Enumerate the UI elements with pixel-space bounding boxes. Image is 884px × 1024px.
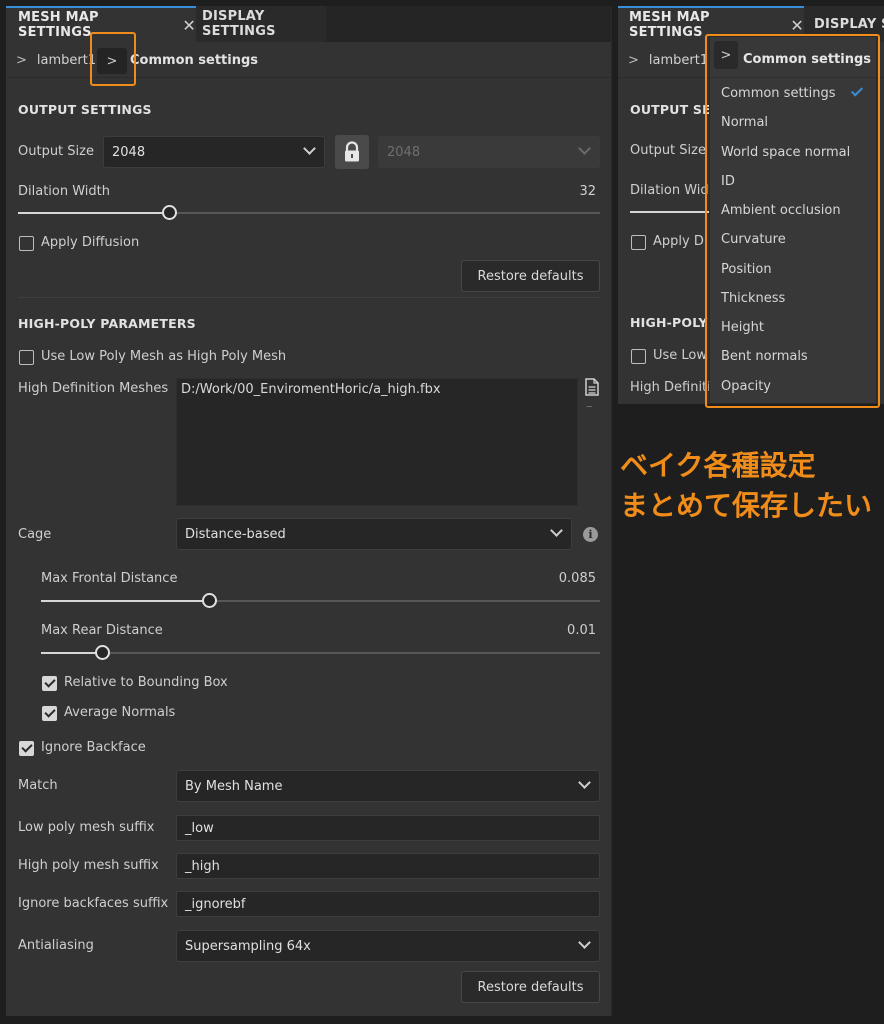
chevron-right-icon: >: [16, 52, 27, 68]
remove-mesh-button[interactable]: –: [586, 399, 593, 414]
match-value: By Mesh Name: [185, 778, 283, 794]
max-frontal-label: Max Frontal Distance: [41, 571, 178, 586]
ignore-suffix-label: Ignore backfaces suffix: [18, 896, 169, 911]
high-suffix-input[interactable]: _high: [176, 853, 600, 879]
output-size-label: Output Size: [18, 144, 94, 159]
relative-bbox-label: Relative to Bounding Box: [64, 675, 228, 690]
apply-diffusion-checkbox-partial: [631, 235, 646, 250]
restore-defaults-button[interactable]: Restore defaults: [461, 260, 600, 292]
ignore-backface-label: Ignore Backface: [41, 740, 146, 755]
antialiasing-select[interactable]: Supersampling 64x: [176, 930, 600, 962]
dilation-slider-partial: [630, 211, 710, 213]
breadcrumb-current-label: Common settings: [130, 52, 259, 68]
ignore-suffix-value: _ignorebf: [185, 896, 246, 912]
match-label: Match: [18, 778, 58, 793]
dilation-width-label: Dilation Width: [18, 184, 111, 199]
highlight-box: [705, 34, 880, 408]
breadcrumb-current[interactable]: Common settings: [130, 42, 258, 78]
chevron-right-icon: >: [628, 52, 639, 68]
output-size-height-select: 2048: [378, 136, 600, 168]
cage-value: Distance-based: [185, 526, 286, 542]
ignore-backface-checkbox[interactable]: [19, 741, 34, 756]
chevron-down-icon: [550, 524, 563, 537]
close-icon[interactable]: ✕: [790, 16, 804, 35]
slider-fill: [41, 600, 209, 602]
dilation-width-label-partial: Dilation Widt: [630, 183, 714, 198]
average-normals-checkbox[interactable]: [42, 706, 57, 721]
lock-icon: [345, 141, 359, 162]
use-low-poly-checkbox-partial: [631, 349, 646, 364]
max-frontal-slider[interactable]: [41, 593, 600, 608]
slider-knob[interactable]: [95, 645, 111, 660]
section-divider: [18, 297, 600, 298]
ignore-suffix-input[interactable]: _ignorebf: [176, 891, 600, 917]
apply-diffusion-checkbox[interactable]: [19, 236, 34, 251]
file-icon[interactable]: [584, 378, 600, 396]
tab-display-settings[interactable]: DISPLAY SETTINGS: [196, 6, 326, 42]
high-suffix-value: _high: [185, 858, 220, 874]
output-settings-title: OUTPUT SETTINGS: [18, 102, 152, 117]
slider-knob[interactable]: [201, 593, 217, 608]
relative-bbox-checkbox[interactable]: [42, 676, 57, 691]
average-normals-label: Average Normals: [64, 705, 176, 720]
tab-display-settings-label: DISPLAY S: [814, 16, 884, 32]
chevron-down-icon: [578, 142, 591, 155]
annotation-line-2: まとめて保存したい: [620, 489, 873, 522]
close-icon[interactable]: ✕: [182, 16, 196, 35]
restore-defaults-button-bottom[interactable]: Restore defaults: [461, 971, 600, 1003]
dilation-width-slider[interactable]: [18, 205, 600, 220]
antialiasing-label: Antialiasing: [18, 938, 94, 953]
hd-meshes-list[interactable]: D:/Work/00_EnviromentHoric/a_high.fbx: [176, 378, 578, 506]
match-select[interactable]: By Mesh Name: [176, 770, 600, 802]
use-low-poly-label: Use Low Poly Mesh as High Poly Mesh: [41, 349, 287, 364]
output-size-locked-value: 2048: [387, 144, 421, 160]
cage-label: Cage: [18, 527, 52, 542]
use-low-poly-checkbox[interactable]: [19, 350, 34, 365]
max-rear-label: Max Rear Distance: [41, 623, 163, 638]
low-suffix-label: Low poly mesh suffix: [18, 820, 155, 835]
cage-select[interactable]: Distance-based: [176, 518, 572, 550]
output-size-value: 2048: [112, 144, 146, 160]
tab-display-settings-label: DISPLAY SETTINGS: [202, 9, 276, 39]
hd-meshes-label-partial: High Definiti: [630, 380, 711, 395]
chevron-down-icon: [578, 936, 591, 949]
annotation-line-1: ベイク各種設定: [620, 449, 816, 482]
low-suffix-value: _low: [185, 820, 214, 836]
low-suffix-input[interactable]: _low: [176, 815, 600, 841]
max-rear-value: 0.01: [567, 623, 596, 638]
breadcrumb-root-label: lambert1: [648, 52, 709, 68]
mesh-map-settings-panel: MESH MAP SETTINGS ✕ DISPLAY SETTINGS > l…: [6, 6, 612, 1016]
hd-meshes-label: High Definition Meshes: [18, 381, 169, 396]
highlight-box: [90, 32, 136, 86]
slider-fill: [41, 652, 103, 654]
breadcrumb-root-label: lambert1: [36, 52, 97, 68]
max-frontal-value: 0.085: [558, 571, 596, 586]
output-size-label-partial: Output Size: [630, 143, 706, 158]
max-rear-slider[interactable]: [41, 645, 600, 660]
high-poly-title: HIGH-POLY PARAMETERS: [18, 316, 196, 331]
apply-diffusion-label-partial: Apply Di: [653, 234, 708, 249]
slider-knob[interactable]: [162, 205, 178, 220]
chevron-down-icon: [578, 776, 591, 789]
hd-mesh-path[interactable]: D:/Work/00_EnviromentHoric/a_high.fbx: [181, 382, 441, 397]
apply-diffusion-label: Apply Diffusion: [41, 235, 140, 250]
dilation-width-value: 32: [579, 184, 596, 199]
slider-fill: [18, 212, 170, 214]
breadcrumb-root[interactable]: > lambert1: [628, 42, 708, 78]
output-size-select[interactable]: 2048: [103, 136, 325, 168]
breadcrumb-root[interactable]: > lambert1: [16, 42, 96, 78]
lock-ratio-button[interactable]: [335, 135, 369, 169]
info-icon[interactable]: i: [583, 527, 598, 542]
high-suffix-label: High poly mesh suffix: [18, 858, 159, 873]
chevron-down-icon: [303, 142, 316, 155]
antialiasing-value: Supersampling 64x: [185, 938, 311, 954]
